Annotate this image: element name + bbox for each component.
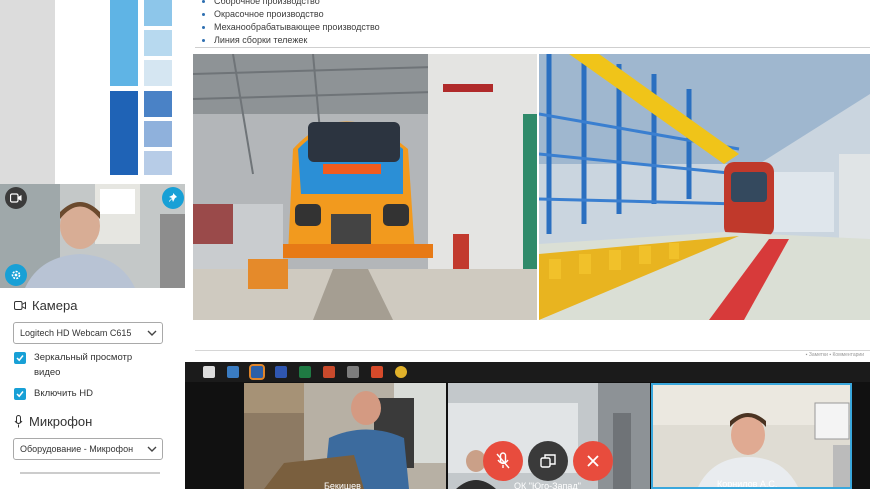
chevron-down-icon [147,330,157,336]
participant-name: Бекишев [324,481,361,489]
volume-slider[interactable] [20,472,160,474]
camera-select[interactable]: Logitech HD Webcam C615 [13,322,163,344]
taskbar-app-icon [347,366,359,378]
bullet-item: Сборочное производство [200,0,380,8]
mirror-checkbox[interactable] [14,352,26,364]
microphone-section-title: Микрофон [14,414,92,429]
end-call-icon [587,455,599,467]
hd-option[interactable]: Включить HD [14,386,93,401]
taskbar-app-icon [323,366,335,378]
mirror-label: Зеркальный просмотр видео [34,352,133,378]
depot-photo-train [193,54,537,320]
self-video-tile [0,184,185,288]
hd-label: Включить HD [34,388,93,399]
share-screen-icon [540,454,556,468]
slide-footer-text: ▪ Заметки ▪ Комментарии [805,352,864,358]
microphone-select[interactable]: Оборудование - Микрофон [13,438,163,460]
hd-checkbox[interactable] [14,388,26,400]
pin-icon[interactable] [162,187,184,209]
taskbar-app-icon [249,364,265,380]
slide-divider [195,47,870,48]
taskbar-app-icon [203,366,215,378]
taskbar-app-icon [299,366,311,378]
mute-button[interactable] [483,441,523,481]
gear-icon[interactable] [5,264,27,286]
taskbar-app-icon [227,366,239,378]
camera-select-value: Logitech HD Webcam C615 [20,328,132,338]
mirror-option[interactable]: Зеркальный просмотр видео [14,350,154,380]
participant-name: ОК "Юго-Запад" [514,481,581,489]
bullet-item: Окрасочное производство [200,8,380,21]
share-screen-button[interactable] [528,441,568,481]
slide-bullet-list: Сборочное производство Окрасочное произв… [200,0,380,47]
bullet-item: Линия сборки тележек [200,34,380,47]
background-strip [0,0,55,185]
slide-decoration [55,0,185,185]
bullet-item: Механообрабатывающее производство [200,21,380,34]
video-camera-icon[interactable] [5,187,27,209]
shared-taskbar [185,362,870,382]
camera-small-icon [14,301,26,310]
participant-tile[interactable]: Бекишев [244,383,446,489]
camera-title: Камера [32,298,78,313]
chevron-down-icon [147,446,157,452]
depot-photo-line [539,54,870,320]
taskbar-app-icon [395,366,407,378]
camera-section-title: Камера [14,298,77,313]
microphone-title: Микрофон [29,414,93,429]
participant-tile-active[interactable]: Корнилов А.С. [651,383,852,489]
end-call-button[interactable] [573,441,613,481]
taskbar-app-icon [371,366,383,378]
slide-footer-divider [195,350,870,351]
taskbar-app-icon [275,366,287,378]
microphone-off-icon [496,452,510,469]
microphone-icon [14,415,23,428]
participant-name: Корнилов А.С. [717,479,778,489]
microphone-select-value: Оборудование - Микрофон [20,444,134,454]
